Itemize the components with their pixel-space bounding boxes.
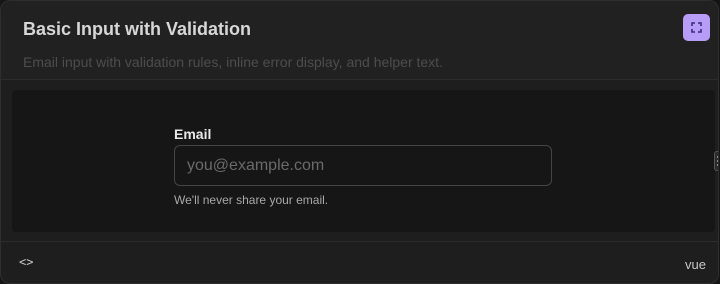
email-input[interactable] <box>174 145 552 186</box>
card-description: Email input with validation rules, inlin… <box>23 54 443 70</box>
email-label: Email <box>174 126 212 142</box>
card-footer: <> vue <box>1 241 718 283</box>
resize-handle[interactable] <box>714 151 718 171</box>
preview-area: Email We'll never share your email. <box>12 90 715 232</box>
component-card: Basic Input with Validation Email input … <box>0 0 719 284</box>
framework-label: vue <box>685 257 706 272</box>
helper-text: We'll never share your email. <box>174 193 329 207</box>
expand-button[interactable] <box>683 14 710 41</box>
grip-dot-icon <box>716 160 718 162</box>
grip-dot-icon <box>716 156 718 158</box>
card-title: Basic Input with Validation <box>23 19 252 39</box>
code-toggle-icon[interactable]: <> <box>19 255 33 269</box>
grip-dot-icon <box>716 164 718 166</box>
expand-icon <box>691 22 702 33</box>
card-header: Basic Input with Validation Email input … <box>1 1 718 80</box>
